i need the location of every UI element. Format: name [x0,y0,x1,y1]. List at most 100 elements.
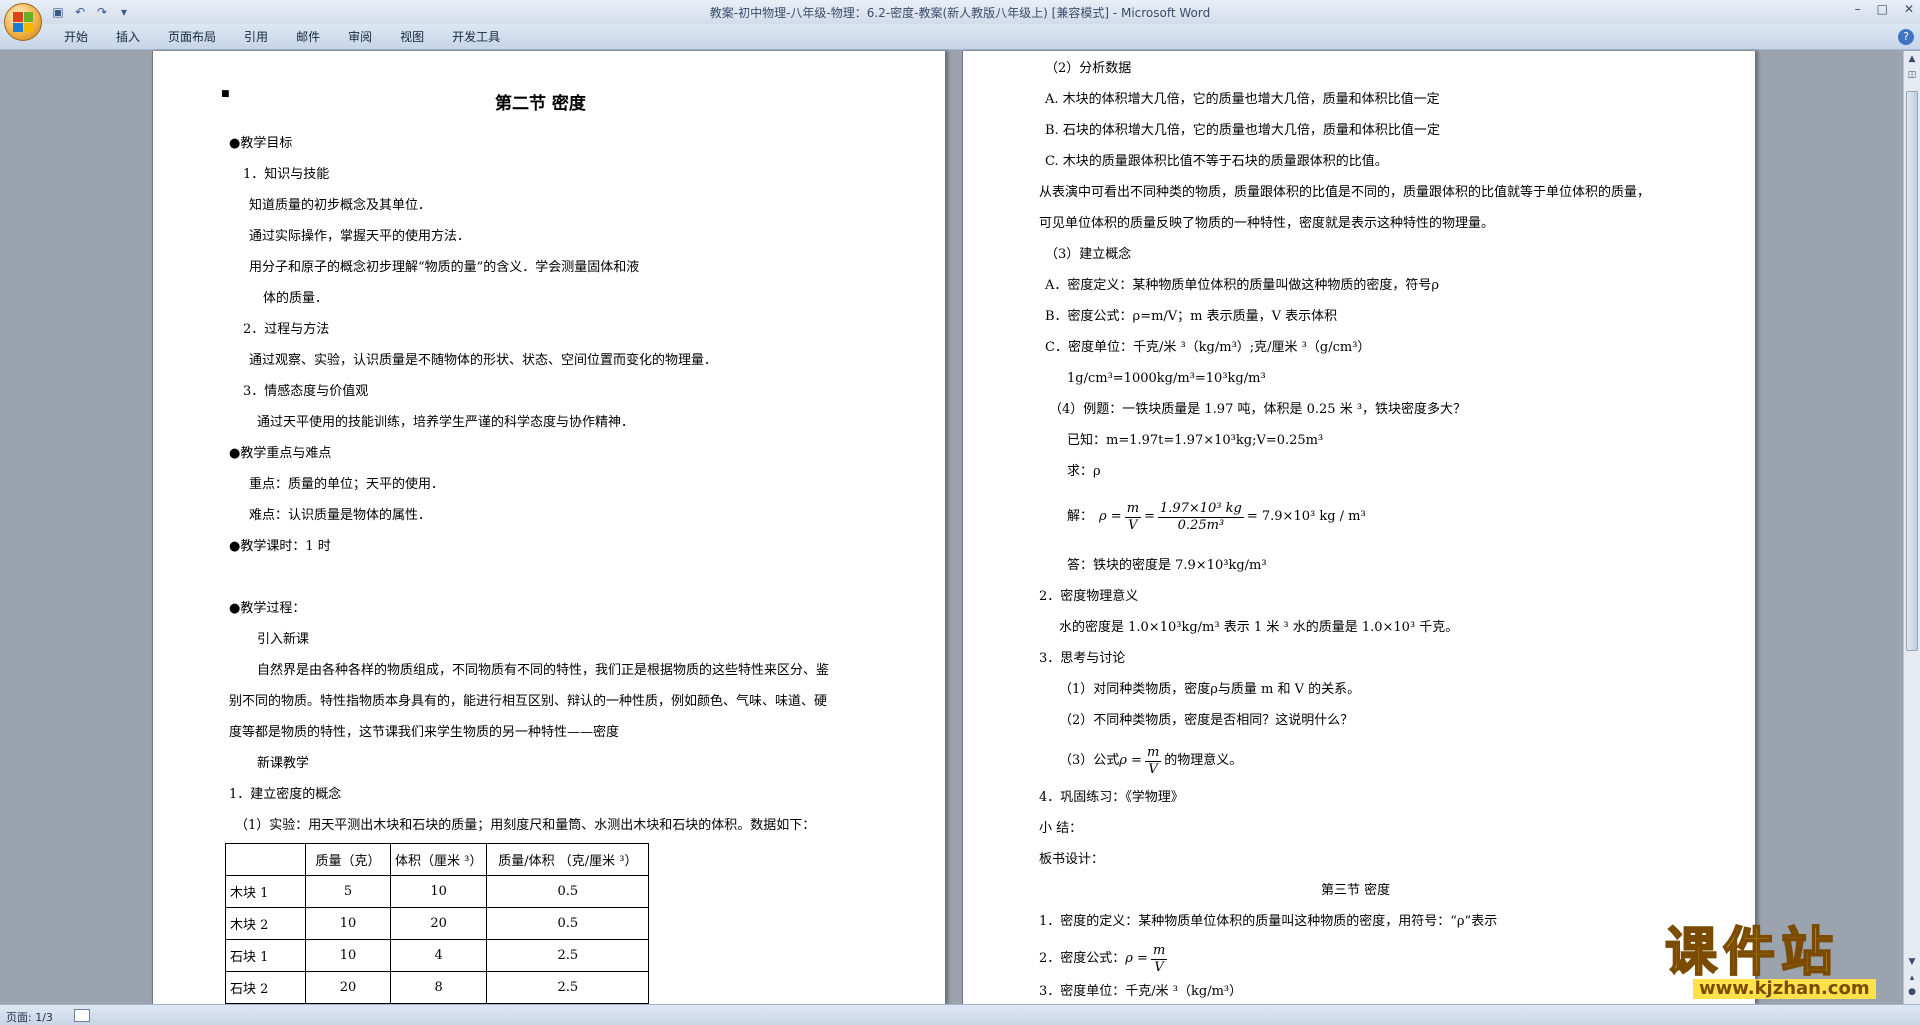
rho-symbol: ρ = [1099,509,1122,524]
ruler-toggle-icon[interactable]: ◫ [1906,69,1918,81]
office-logo-icon [13,12,33,32]
tab-home[interactable]: 开始 [50,29,102,45]
tab-page-layout[interactable]: 页面布局 [154,29,230,45]
table-header-cell: 体积（厘米 ³） [389,843,488,876]
text-line: B. 石块的体积增大几倍，它的质量也增大几倍，质量和体积比值一定 [1045,123,1440,138]
maximize-button[interactable]: □ [1877,2,1888,16]
page-count[interactable]: 页面: 1/3 [6,1009,53,1025]
table-row: 木块 1 5 10 0.5 [225,875,650,908]
table-cell: 石块 1 [225,939,306,972]
text-line: 1g/cm³=1000kg/m³=10³kg/m³ [1067,371,1266,386]
title-bar: ▣ ↶ ↷ ▾ 教案-初中物理-八年级-物理：6.2-密度-教案(新人教版八年级… [0,0,1920,24]
watermark-url: www.kjzhan.com [1693,979,1876,999]
help-icon[interactable]: ? [1898,29,1914,45]
text-line: B．密度公式：ρ=m/V；m 表示质量，V 表示体积 [1045,309,1338,324]
text-line: 已知：m=1.97t=1.97×10³kg;V=0.25m³ [1067,433,1324,448]
text-line: 自然界是由各种各样的物质组成，不同物质有不同的特性，我们正是根据物质的这些特性来… [257,663,830,678]
solution-result: = 7.9×10³ kg / m³ [1246,509,1366,524]
text-line: 通过天平使用的技能训练，培养学生严谨的科学态度与协作精神． [257,415,635,430]
page-2[interactable]: （2）分析数据 A. 木块的体积增大几倍，它的质量也增大几倍，质量和体积比值一定… [962,51,1756,1004]
text-line: 1．密度的定义：某种物质单位体积的质量叫这种物质的密度，用符号：“ρ”表示 [1039,914,1498,929]
table-cell: 4 [389,939,488,972]
formula-line: 2．密度公式： ρ = mV [1039,941,1170,977]
text-line: 难点：认识质量是物体的属性． [249,508,432,523]
subheading: 板书设计： [1039,852,1105,867]
ribbon-tabs: 开始 插入 页面布局 引用 邮件 审阅 视图 开发工具 [50,29,514,45]
tab-view[interactable]: 视图 [386,29,438,45]
tab-mailings[interactable]: 邮件 [282,29,334,45]
fraction-denominator: 0.25m³ [1177,517,1225,533]
text-line: 体的质量． [263,291,329,306]
text-line: 重点：质量的单位；天平的使用． [249,477,445,492]
tab-insert[interactable]: 插入 [102,29,154,45]
table-cell: 0.5 [486,907,650,940]
table-cell: 2.5 [486,939,650,972]
text-line: 水的密度是 1.0×10³kg/m³ 表示 1 米 ³ 水的质量是 1.0×10… [1059,620,1459,635]
text-line: A. 木块的体积增大几倍，它的质量也增大几倍，质量和体积比值一定 [1045,92,1440,107]
text-line: 可见单位体积的质量反映了物质的一种特性，密度就是表示这种特性的物理量。 [1039,216,1495,231]
document-area[interactable]: ■ 第二节 密度 ●教学目标 1．知识与技能 知道质量的初步概念及其单位． 通过… [0,51,1900,1004]
data-table: 质量（克） 体积（厘米 ³） 质量/体积 （克/厘米 ³） 木块 1 5 10 … [225,843,650,1004]
page-title: 第二节 密度 [495,94,586,114]
tab-review[interactable]: 审阅 [334,29,386,45]
close-button[interactable]: ✕ [1904,2,1914,16]
fraction-numerator: m [1150,942,1168,960]
table-cell: 10 [389,875,488,908]
table-header-row: 质量（克） 体积（厘米 ³） 质量/体积 （克/厘米 ³） [225,843,650,876]
fraction: 1.97×10³ kg 0.25m³ [1157,500,1244,534]
text-line: 度等都是物质的特性，这节课我们来学生物质的另一种特性——密度 [229,725,620,740]
section-heading: ●教学目标 [229,136,293,151]
table-header-cell: 质量（克） [305,843,391,876]
text-line: 通过实际操作，掌握天平的使用方法． [249,229,471,244]
text-fragment: 2．密度公式： [1039,951,1126,966]
text-line: （4）例题：一铁块质量是 1.97 吨，体积是 0.25 米 ³，铁块密度多大？ [1049,402,1467,417]
minimize-button[interactable]: – [1855,2,1861,16]
fraction-denominator: V [1154,959,1164,975]
subheading: 2．密度物理意义 [1039,589,1139,604]
ribbon: 开始 插入 页面布局 引用 邮件 审阅 视图 开发工具 ? [0,24,1920,50]
office-button[interactable] [4,3,42,41]
table-cell: 20 [389,907,488,940]
text-line: A．密度定义：某种物质单位体积的质量叫做这种物质的密度，符号ρ [1045,278,1440,293]
subheading: 1．建立密度的概念 [229,787,342,802]
subheading: 1．知识与技能 [243,167,330,182]
subheading: 4．巩固练习：《学物理》 [1039,790,1184,805]
fraction: mV [1144,745,1162,778]
subheading: 引入新课 [257,632,310,647]
subheading: 新课教学 [257,756,310,771]
table-cell: 石块 2 [225,971,306,1004]
text-line: （2）不同种类物质，密度是否相同？这说明什么？ [1059,713,1354,728]
scroll-up-icon[interactable]: ▲ [1906,53,1918,65]
fraction-denominator: V [1128,517,1138,533]
proofing-icon[interactable] [74,1009,90,1022]
formula-line: （3）公式 ρ = mV 的物理意义。 [1059,743,1242,779]
table-row: 石块 2 20 8 2.5 [225,971,650,1004]
watermark-title: 课件站 [1664,923,1840,983]
fraction-numerator: 1.97×10³ kg [1157,500,1244,518]
tab-references[interactable]: 引用 [230,29,282,45]
page-1[interactable]: ■ 第二节 密度 ●教学目标 1．知识与技能 知道质量的初步概念及其单位． 通过… [152,51,946,1004]
tab-developer[interactable]: 开发工具 [438,29,514,45]
table-row: 石块 1 10 4 2.5 [225,939,650,972]
table-cell: 20 [305,971,391,1004]
subheading: （2）分析数据 [1045,61,1132,76]
rho-symbol: ρ = [1125,951,1148,966]
subheading: 3．思考与讨论 [1039,651,1126,666]
scroll-thumb[interactable] [1906,91,1918,651]
fraction: mV [1150,942,1168,976]
text-line: C. 木块的质量跟体积比值不等于石块的质量跟体积的比值。 [1045,154,1388,169]
table-cell: 10 [305,939,391,972]
text-line: 通过观察、实验，认识质量是不随物体的形状、状态、空间位置而变化的物理量． [249,353,718,368]
rho-symbol: ρ = [1119,753,1142,768]
table-cell: 10 [305,907,391,940]
vertical-scrollbar[interactable]: ▲ ◫ ▼ ▴ ● [1903,51,1920,1004]
text-line: C．密度单位：千克/米 ³（kg/m³）;克/厘米 ³（g/cm³） [1045,340,1371,355]
board-title: 第三节 密度 [1321,883,1391,898]
table-cell: 2.5 [486,971,650,1004]
table-cell: 5 [305,875,391,908]
subheading: 2．过程与方法 [243,322,330,337]
window-title: 教案-初中物理-八年级-物理：6.2-密度-教案(新人教版八年级上) [兼容模式… [709,6,1211,20]
solution-label: 解： [1067,509,1094,524]
table-cell: 木块 2 [225,907,306,940]
solution-formula: 解： ρ = mV = 1.97×10³ kg 0.25m³ = 7.9×10³ … [1067,497,1366,537]
